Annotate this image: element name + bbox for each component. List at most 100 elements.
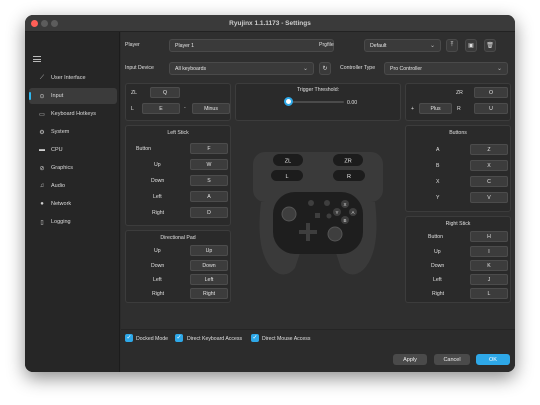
minus-key-button[interactable]: Minus (192, 103, 230, 114)
a-button-key[interactable]: Z (470, 144, 508, 155)
left-stick-right-key[interactable]: D (190, 207, 228, 218)
ok-button[interactable]: OK (476, 354, 510, 365)
delete-profile-button[interactable]: 🗑 (484, 39, 496, 52)
save-icon: ▣ (468, 43, 474, 49)
zr-art-label: ZR (344, 159, 351, 165)
profile-select-value: Default (370, 42, 387, 49)
controller-face (273, 192, 363, 254)
controller-type-label: Controller Type (340, 65, 376, 71)
sidebar-item-cpu[interactable]: ▬ CPU (29, 142, 117, 158)
r-key-button[interactable]: U (474, 103, 508, 114)
right-stick-down-key[interactable]: K (470, 260, 508, 271)
dpad-up-key[interactable]: Up (190, 245, 228, 256)
load-icon: ⤒ (450, 42, 454, 48)
right-triggers-panel: ZR O + Plus R U (405, 83, 511, 121)
document-icon: ▯ (40, 219, 44, 226)
dpad-left-key[interactable]: Left (190, 274, 228, 285)
zr-key-button[interactable]: O (474, 87, 508, 98)
buttons-panel: Buttons A Z B X X C Y V (405, 125, 511, 212)
save-profile-button[interactable]: ▣ (465, 39, 477, 52)
y-art-label: Y (335, 210, 338, 215)
hamburger-menu-icon[interactable] (33, 56, 41, 62)
left-stick-art (281, 206, 297, 222)
minimize-window-button[interactable] (41, 20, 48, 27)
cancel-button[interactable]: Cancel (434, 354, 470, 365)
sidebar-item-input[interactable]: ⊙ Input (29, 88, 117, 104)
sidebar-item-label: Network (51, 201, 72, 207)
bottom-bar: ✓ Docked Mode ✓ Direct Keyboard Access ✓… (121, 329, 515, 372)
trigger-threshold-slider-handle[interactable] (284, 97, 293, 106)
sidebar-item-system[interactable]: ⚙ System (29, 124, 117, 140)
r-label: R (457, 106, 461, 112)
trigger-threshold-value: 0.00 (347, 100, 358, 106)
left-stick-left-label: Left (153, 194, 162, 200)
left-stick-left-key[interactable]: A (190, 191, 228, 202)
right-stick-button-label: Button (428, 234, 443, 240)
left-stick-up-key[interactable]: W (190, 159, 228, 170)
x-art-label: X (343, 202, 346, 207)
apply-button[interactable]: Apply (393, 354, 427, 365)
controller-type-select[interactable]: Pro Controller ⌄ (384, 62, 508, 75)
left-stick-right-label: Right (152, 210, 165, 216)
profile-select[interactable]: Default ⌄ (364, 39, 441, 52)
sidebar-item-audio[interactable]: ♫ Audio (29, 178, 117, 194)
b-button-key[interactable]: X (470, 160, 508, 171)
zoom-window-button[interactable] (51, 20, 58, 27)
dpad-right-key[interactable]: Right (190, 288, 228, 299)
chevron-down-icon: ⌄ (496, 66, 502, 72)
sidebar-item-logging[interactable]: ▯ Logging (29, 214, 117, 230)
capture-art (315, 213, 320, 218)
direct-keyboard-checkbox[interactable]: ✓ (175, 334, 183, 342)
gamepad-icon: ⊙ (39, 93, 45, 100)
r-art-label: R (347, 174, 351, 180)
controller-type-select-value: Pro Controller (390, 65, 423, 72)
sidebar-item-keyboard-hotkeys[interactable]: ▭ Keyboard Hotkeys (29, 106, 117, 122)
y-button-key[interactable]: V (470, 192, 508, 203)
zl-key-button[interactable]: Q (150, 87, 180, 98)
load-profile-button[interactable]: ⤒ (446, 39, 458, 52)
right-stick-up-key[interactable]: I (470, 246, 508, 257)
plus-label: + (411, 106, 415, 112)
y-button-label: Y (436, 195, 440, 201)
sidebar-item-user-interface[interactable]: ⟋ User Interface (29, 70, 117, 86)
trigger-threshold-panel: Trigger Threshold: 0.00 (235, 83, 401, 121)
dpad-down-label: Down (151, 263, 165, 269)
left-stick-button-label: Button (136, 146, 151, 152)
refresh-devices-button[interactable]: ↻ (319, 62, 331, 75)
title-bar: Ryujinx 1.1.1173 - Settings (25, 15, 515, 32)
input-device-select-value: All keyboards (175, 65, 207, 72)
buttons-title: Buttons (449, 130, 467, 136)
dpad-down-key[interactable]: Down (190, 260, 228, 271)
right-stick-button-key[interactable]: H (470, 231, 508, 242)
left-stick-down-key[interactable]: S (190, 175, 228, 186)
direct-keyboard-label: Direct Keyboard Access (187, 336, 243, 342)
sidebar-item-graphics[interactable]: ⊘ Graphics (29, 160, 117, 176)
sidebar-item-label: CPU (51, 147, 63, 153)
close-window-button[interactable] (31, 20, 38, 27)
input-device-select[interactable]: All keyboards ⌄ (169, 62, 314, 75)
sidebar-item-network[interactable]: ● Network (29, 196, 117, 212)
profile-label: Profile (319, 42, 334, 48)
direct-mouse-checkbox[interactable]: ✓ (251, 334, 259, 342)
left-stick-button-key[interactable]: F (190, 143, 228, 154)
docked-mode-checkbox[interactable]: ✓ (125, 334, 133, 342)
right-stick-art (327, 226, 343, 242)
player-select-value: Player 1 (175, 42, 195, 49)
trigger-threshold-slider[interactable] (288, 101, 344, 103)
right-stick-left-key[interactable]: J (470, 274, 508, 285)
dpad-up-label: Up (154, 248, 161, 254)
b-button-label: B (436, 163, 440, 169)
sidebar-item-label: User Interface (51, 75, 86, 81)
plus-key-button[interactable]: Plus (419, 103, 452, 114)
left-stick-panel: Left Stick Button F Up W Down S Left A R… (125, 125, 231, 226)
player-label: Player (125, 42, 140, 48)
direct-mouse-label: Direct Mouse Access (262, 336, 311, 342)
cpu-icon: ▬ (39, 147, 45, 153)
player-select[interactable]: Player 1 ⌄ (169, 39, 334, 52)
dpad-right-label: Right (152, 291, 165, 297)
dpad-left-label: Left (153, 277, 162, 283)
minus-label: - (184, 105, 186, 111)
right-stick-right-key[interactable]: L (470, 288, 508, 299)
l-key-button[interactable]: E (142, 103, 180, 114)
x-button-key[interactable]: C (470, 176, 508, 187)
